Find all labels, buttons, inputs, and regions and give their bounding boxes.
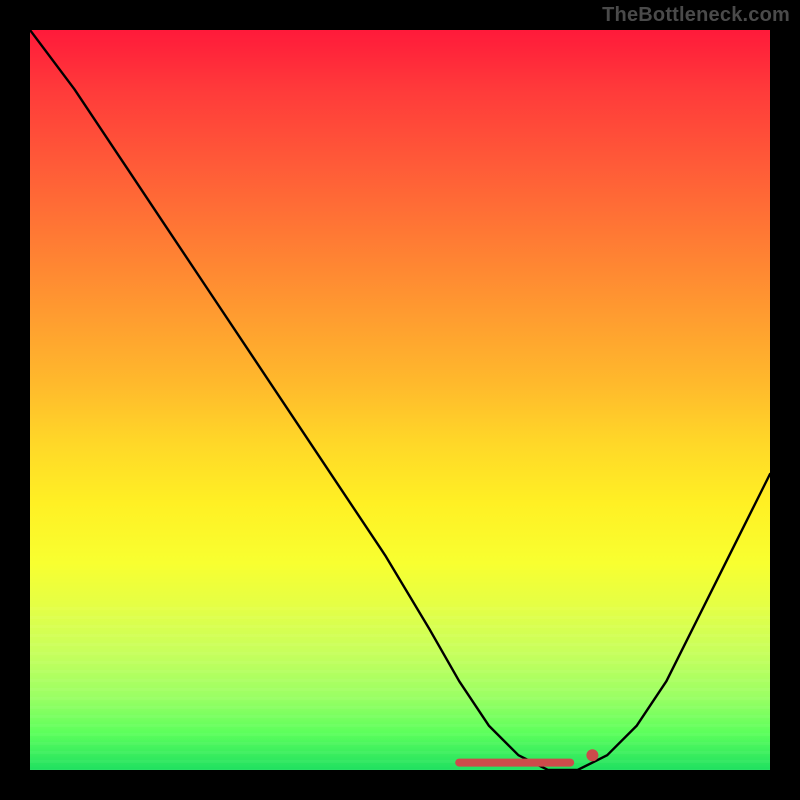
valley-marker-dot bbox=[586, 749, 598, 761]
chart-frame: TheBottleneck.com bbox=[0, 0, 800, 800]
curve-layer bbox=[30, 30, 770, 770]
watermark-text: TheBottleneck.com bbox=[602, 4, 790, 27]
plot-area bbox=[30, 30, 770, 770]
bottleneck-curve bbox=[30, 30, 770, 770]
